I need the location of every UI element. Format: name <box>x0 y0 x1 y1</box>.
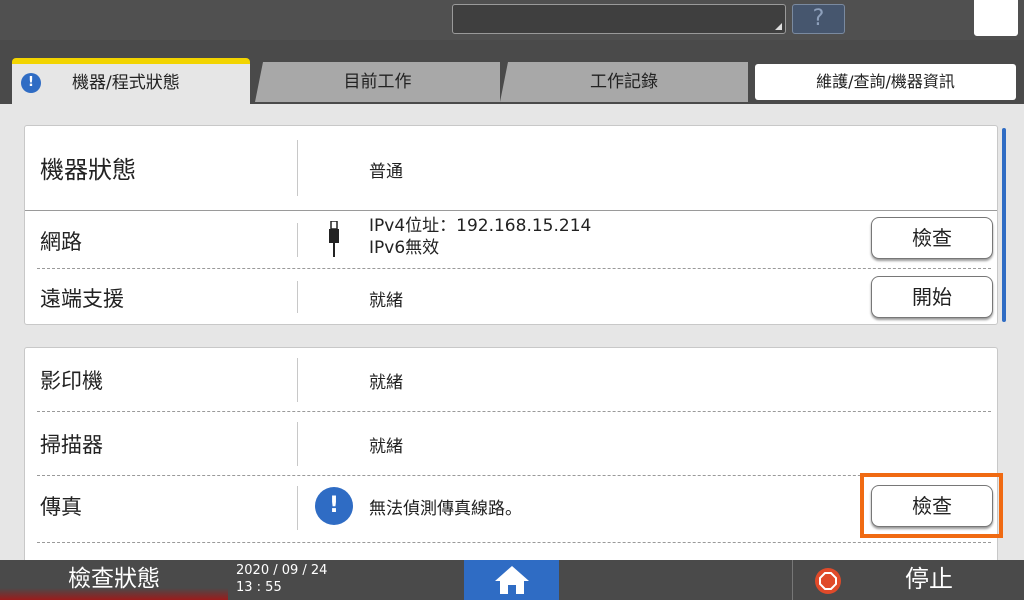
bottom-bar: 檢查狀態 2020 / 09 / 24 13 : 55 停止 <box>0 560 1024 600</box>
network-label: 網路 <box>40 230 82 254</box>
info-icon: ! <box>21 73 41 93</box>
message-box[interactable] <box>452 4 786 34</box>
stop-octagon-icon <box>819 572 837 590</box>
tab-job-history[interactable]: 工作記錄 <box>500 62 748 102</box>
remote-start-button[interactable]: 開始 <box>871 276 993 318</box>
fax-value: 無法偵測傳真線路。 <box>369 499 522 519</box>
divider <box>297 140 298 196</box>
home-button[interactable] <box>464 560 559 600</box>
remote-support-value: 就緒 <box>369 291 403 311</box>
stop-icon[interactable] <box>815 568 841 594</box>
network-row: 網路 IPv4位址：192.168.15.214 IPv6無效 檢查 <box>25 211 997 268</box>
time-text: 13 : 55 <box>236 580 282 595</box>
moon-icon <box>990 8 1000 28</box>
tab-current-jobs[interactable]: 目前工作 <box>255 62 500 102</box>
top-bar: ? <box>0 0 1024 40</box>
expand-corner-icon <box>775 23 782 30</box>
fax-row: 傳真 ! 無法偵測傳真線路。 檢查 <box>25 476 997 542</box>
machine-status-row: 機器狀態 普通 <box>25 126 997 210</box>
alert-icon: ! <box>315 487 353 525</box>
help-button[interactable]: ? <box>792 4 845 34</box>
datetime: 2020 / 09 / 24 13 : 55 <box>236 562 327 596</box>
divider <box>297 486 298 530</box>
home-icon <box>495 566 529 594</box>
divider <box>297 358 298 402</box>
energy-saver-button[interactable] <box>974 0 1018 36</box>
remote-support-row: 遠端支援 就緒 開始 <box>25 269 997 325</box>
ethernet-cable-icon <box>329 221 339 257</box>
scanner-row: 掃描器 就緒 <box>25 412 997 475</box>
tab-maintenance-info[interactable]: 維護/查詢/機器資訊 <box>755 64 1016 100</box>
scanner-label: 掃描器 <box>40 433 103 457</box>
ipv6-text: IPv6無效 <box>369 238 440 258</box>
status-panel-1: 機器狀態 普通 網路 IPv4位址：192.168.15.214 IPv6無效 … <box>24 125 998 325</box>
divider <box>297 223 298 257</box>
divider <box>297 281 298 313</box>
divider <box>37 542 991 543</box>
fax-label: 傳真 <box>40 495 82 519</box>
divider <box>792 560 793 600</box>
tab-machine-status[interactable]: ! 機器/程式狀態 <box>12 58 250 104</box>
machine-status-value: 普通 <box>369 162 403 182</box>
copier-row: 影印機 就緒 <box>25 348 997 411</box>
copier-value: 就緒 <box>369 373 403 393</box>
stop-button[interactable]: 停止 <box>905 560 953 598</box>
divider <box>297 422 298 466</box>
scrollbar[interactable] <box>1002 128 1006 322</box>
date-text: 2020 / 09 / 24 <box>236 563 328 578</box>
ipv4-text: IPv4位址：192.168.15.214 <box>369 216 592 236</box>
tab-bar: ! 機器/程式狀態 目前工作 工作記錄 維護/查詢/機器資訊 <box>0 40 1024 104</box>
copier-label: 影印機 <box>40 369 103 393</box>
remote-support-label: 遠端支援 <box>40 287 124 311</box>
scanner-value: 就緒 <box>369 437 403 457</box>
machine-status-label: 機器狀態 <box>40 156 136 184</box>
check-status-button[interactable]: 檢查狀態 <box>0 560 228 600</box>
network-check-button[interactable]: 檢查 <box>871 217 993 259</box>
focus-highlight <box>860 473 1003 538</box>
tab-label: 機器/程式狀態 <box>72 73 180 93</box>
network-value: IPv4位址：192.168.15.214 IPv6無效 <box>369 215 591 259</box>
status-panel-2: 影印機 就緒 掃描器 就緒 傳真 ! 無法偵測傳真線路。 檢查 <box>24 347 998 560</box>
